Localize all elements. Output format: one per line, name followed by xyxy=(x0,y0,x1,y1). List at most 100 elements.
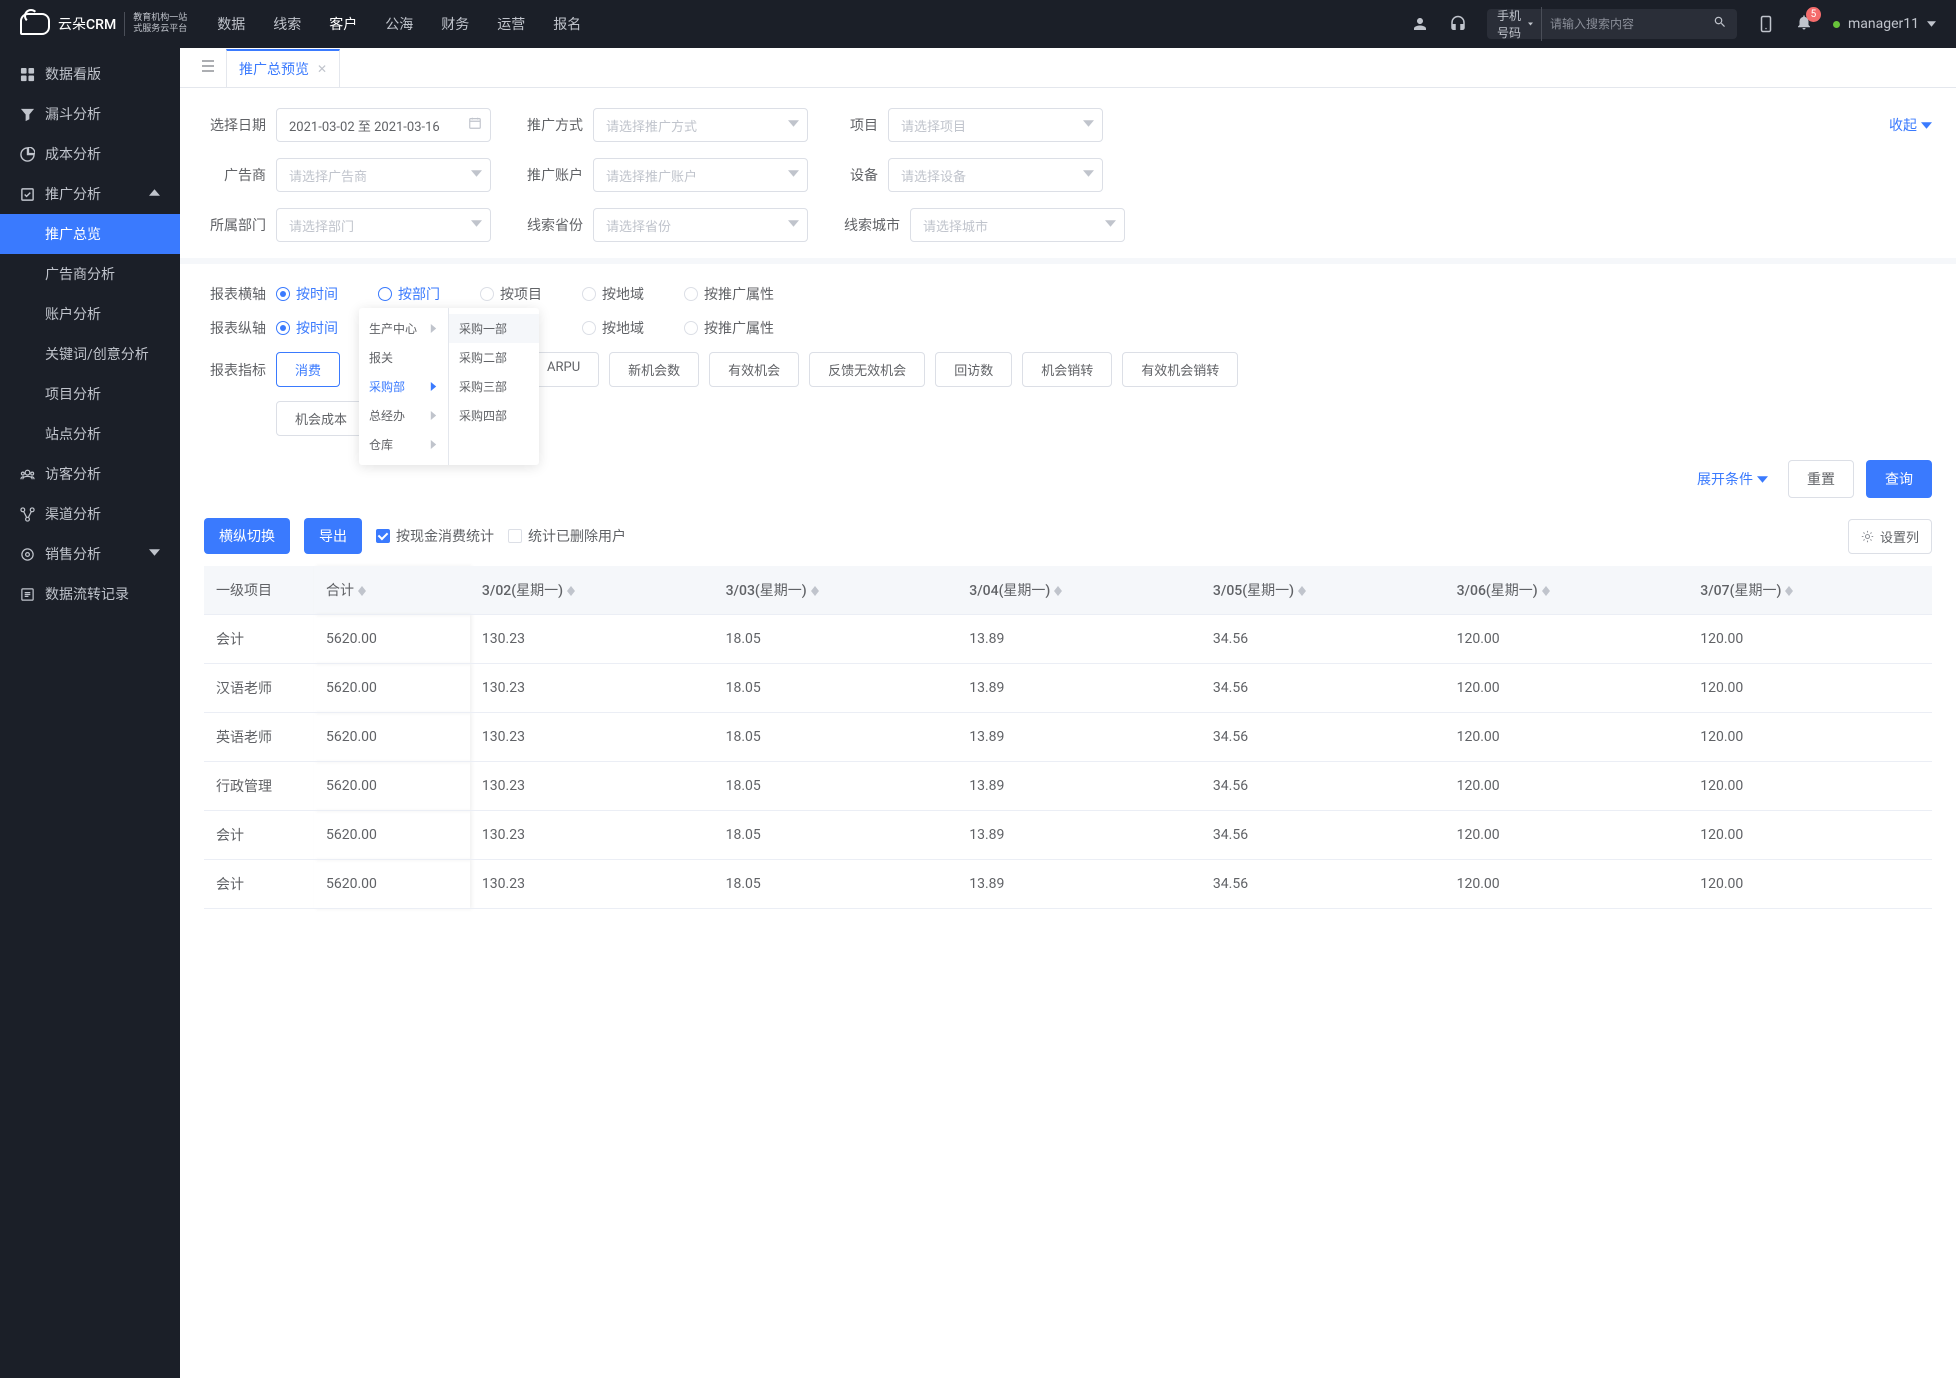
cascade-item[interactable]: 总经办 xyxy=(359,401,448,430)
phone-icon[interactable] xyxy=(1757,15,1775,33)
nav-data[interactable]: 数据 xyxy=(217,14,245,34)
sort-icon[interactable] xyxy=(811,586,819,596)
query-button[interactable]: 查询 xyxy=(1866,460,1932,498)
nav-ops[interactable]: 运营 xyxy=(497,14,525,34)
radio-h-project[interactable]: 按项目 xyxy=(480,284,542,304)
label-device: 设备 xyxy=(838,165,878,185)
sidebar-item-project[interactable]: 项目分析 xyxy=(0,374,180,414)
user-menu[interactable]: manager11 xyxy=(1833,16,1936,32)
radio-v-time[interactable]: 按时间 xyxy=(276,318,338,338)
col-0302[interactable]: 3/02(星期一) xyxy=(470,566,714,615)
table-cell: 34.56 xyxy=(1201,860,1445,909)
label-haxis: 报表横轴 xyxy=(204,284,266,304)
radio-h-time[interactable]: 按时间 xyxy=(276,284,338,304)
cascade-item[interactable]: 仓库 xyxy=(359,430,448,459)
sidebar-item-flow[interactable]: 数据流转记录 xyxy=(0,574,180,614)
col-project[interactable]: 一级项目 xyxy=(204,566,314,615)
checkbox-deleted[interactable]: 统计已删除用户 xyxy=(508,526,626,546)
sort-icon[interactable] xyxy=(1785,586,1793,596)
cascade-item[interactable]: 采购四部 xyxy=(449,401,539,430)
select-advertiser[interactable]: 请选择广告商 xyxy=(276,158,491,192)
sidebar-item-cost[interactable]: 成本分析 xyxy=(0,134,180,174)
table-cell: 18.05 xyxy=(714,615,958,664)
export-button[interactable]: 导出 xyxy=(304,518,362,554)
sidebar-item-channel[interactable]: 渠道分析 xyxy=(0,494,180,534)
col-total[interactable]: 合计 xyxy=(314,566,470,615)
search-button[interactable] xyxy=(1713,15,1727,33)
close-icon[interactable]: ✕ xyxy=(317,62,327,76)
select-account[interactable]: 请选择推广账户 xyxy=(593,158,808,192)
sidebar-item-promo-overview[interactable]: 推广总览 xyxy=(0,214,180,254)
table-cell: 汉语老师 xyxy=(204,664,314,713)
label-date: 选择日期 xyxy=(204,115,266,135)
radio-v-region[interactable]: 按地域 xyxy=(582,318,644,338)
sidebar-toggle-icon[interactable] xyxy=(190,58,226,78)
nav-customer[interactable]: 客户 xyxy=(329,14,357,34)
col-0304[interactable]: 3/04(星期一) xyxy=(957,566,1201,615)
sort-icon[interactable] xyxy=(358,586,366,596)
expand-link[interactable]: 展开条件 xyxy=(1697,469,1768,489)
sort-icon[interactable] xyxy=(1298,586,1306,596)
date-range-picker[interactable]: 2021-03-02 至 2021-03-16 xyxy=(276,108,491,142)
nav-sea[interactable]: 公海 xyxy=(385,14,413,34)
toggle-axis-button[interactable]: 横纵切换 xyxy=(204,518,290,554)
sort-icon[interactable] xyxy=(567,586,575,596)
radio-v-attr[interactable]: 按推广属性 xyxy=(684,318,774,338)
cascade-item[interactable]: 报关 xyxy=(359,343,448,372)
nav-signup[interactable]: 报名 xyxy=(553,14,581,34)
select-dept[interactable]: 请选择部门 xyxy=(276,208,491,242)
sidebar-item-account[interactable]: 账户分析 xyxy=(0,294,180,334)
cascade-item[interactable]: 生产中心 xyxy=(359,314,448,343)
nav-finance[interactable]: 财务 xyxy=(441,14,469,34)
search-input[interactable] xyxy=(1542,17,1713,31)
metric-newopp[interactable]: 新机会数 xyxy=(609,352,699,387)
reset-button[interactable]: 重置 xyxy=(1788,460,1854,498)
select-project[interactable]: 请选择项目 xyxy=(888,108,1103,142)
checkbox-cash[interactable]: 按现金消费统计 xyxy=(376,526,494,546)
col-0305[interactable]: 3/05(星期一) xyxy=(1201,566,1445,615)
metric-oppconv[interactable]: 机会销转 xyxy=(1022,352,1112,387)
cascade-item[interactable]: 采购二部 xyxy=(449,343,539,372)
config-columns-button[interactable]: 设置列 xyxy=(1848,519,1932,554)
sidebar-item-site[interactable]: 站点分析 xyxy=(0,414,180,454)
metric-oppcost[interactable]: 机会成本 xyxy=(276,401,366,436)
sidebar-item-keyword[interactable]: 关键词/创意分析 xyxy=(0,334,180,374)
collapse-button[interactable]: 收起 xyxy=(1889,115,1932,135)
tab-promo-overview[interactable]: 推广总预览 ✕ xyxy=(226,49,340,87)
metric-validopp[interactable]: 有效机会 xyxy=(709,352,799,387)
headset-icon[interactable] xyxy=(1449,15,1467,33)
select-method[interactable]: 请选择推广方式 xyxy=(593,108,808,142)
chevron-down-icon xyxy=(471,168,482,183)
metric-validoppconv[interactable]: 有效机会销转 xyxy=(1122,352,1238,387)
cascade-item[interactable]: 采购三部 xyxy=(449,372,539,401)
logo[interactable]: 云朵CRM 教育机构一站式服务云平台 xyxy=(20,12,187,36)
col-0306[interactable]: 3/06(星期一) xyxy=(1445,566,1689,615)
cascade-item[interactable]: 采购部 xyxy=(359,372,448,401)
col-0303[interactable]: 3/03(星期一) xyxy=(714,566,958,615)
user-icon[interactable] xyxy=(1411,15,1429,33)
label-project: 项目 xyxy=(838,115,878,135)
sidebar-item-visitor[interactable]: 访客分析 xyxy=(0,454,180,494)
bell-icon[interactable]: 5 xyxy=(1795,13,1813,35)
radio-h-region[interactable]: 按地域 xyxy=(582,284,644,304)
col-0307[interactable]: 3/07(星期一) xyxy=(1688,566,1932,615)
radio-h-dept[interactable]: 按部门 xyxy=(378,284,440,304)
nav-clue[interactable]: 线索 xyxy=(273,14,301,34)
sidebar-item-sales[interactable]: 销售分析 xyxy=(0,534,180,574)
sidebar-item-funnel[interactable]: 漏斗分析 xyxy=(0,94,180,134)
cascade-item[interactable]: 采购一部 xyxy=(449,314,539,343)
select-device[interactable]: 请选择设备 xyxy=(888,158,1103,192)
metric-spend[interactable]: 消费 xyxy=(276,352,340,387)
sidebar-item-promotion[interactable]: 推广分析 xyxy=(0,174,180,214)
select-city[interactable]: 请选择城市 xyxy=(910,208,1125,242)
table-cell: 会计 xyxy=(204,615,314,664)
sidebar-item-dashboard[interactable]: 数据看版 xyxy=(0,54,180,94)
metric-invalidopp[interactable]: 反馈无效机会 xyxy=(809,352,925,387)
metric-revisit[interactable]: 回访数 xyxy=(935,352,1012,387)
select-province[interactable]: 请选择省份 xyxy=(593,208,808,242)
sort-icon[interactable] xyxy=(1542,586,1550,596)
search-type-select[interactable]: 手机号码 xyxy=(1497,7,1542,41)
sidebar-item-advertiser[interactable]: 广告商分析 xyxy=(0,254,180,294)
sort-icon[interactable] xyxy=(1054,586,1062,596)
radio-h-attr[interactable]: 按推广属性 xyxy=(684,284,774,304)
